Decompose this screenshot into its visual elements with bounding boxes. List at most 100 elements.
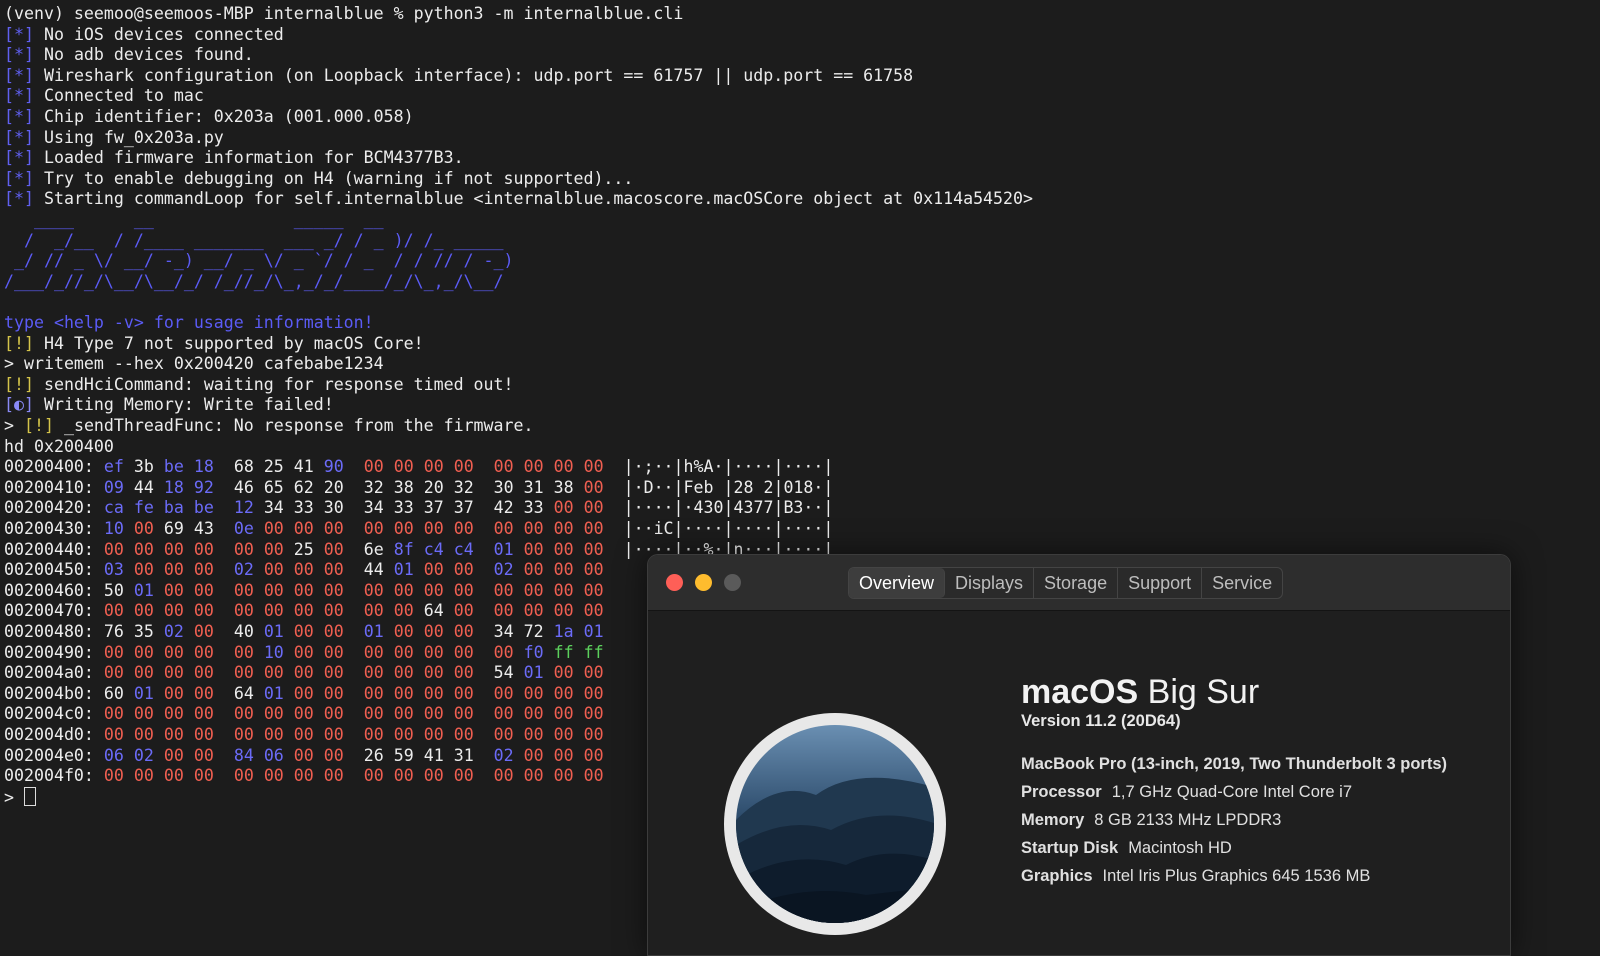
terminal-line: 00200450: 03 00 00 00 02 00 00 00 44 01 …: [4, 560, 604, 581]
terminal-text: 92: [193, 477, 214, 497]
terminal-text: 00: [193, 745, 214, 765]
terminal-text: 00: [363, 457, 384, 477]
terminal-line: (venv) seemoo@seemoos-MBP internalblue %…: [4, 4, 683, 25]
memory-label: Memory: [1021, 811, 1085, 829]
terminal-text: 00: [133, 766, 154, 786]
terminal-text: 00: [163, 580, 184, 600]
terminal-text: 00: [553, 498, 574, 518]
terminal-text: 00: [493, 519, 514, 538]
zoom-window-button[interactable]: [724, 574, 741, 591]
os-name-light: Big Sur: [1147, 673, 1260, 711]
terminal-text: 00: [233, 580, 254, 600]
terminal-text: 00: [493, 642, 514, 662]
terminal-text: 00200460:: [4, 580, 104, 600]
terminal-text: 33: [523, 498, 544, 518]
terminal-text: 00: [553, 457, 574, 477]
terminal-text: 00: [323, 663, 344, 683]
terminal-text: 72: [523, 622, 544, 641]
terminal-text: 00: [423, 663, 444, 683]
big-sur-landscape-icon: [736, 725, 934, 923]
terminal-text: be: [193, 498, 214, 518]
terminal-text: 00: [103, 725, 124, 744]
terminal-text: 00: [293, 725, 314, 744]
terminal-line: [*] Wireshark configuration (on Loopback…: [4, 66, 913, 87]
terminal-text: 30: [323, 498, 344, 518]
terminal-text: 32: [363, 477, 384, 497]
tab-displays[interactable]: Displays: [945, 568, 1035, 598]
terminal-text: [*]: [4, 189, 34, 209]
terminal-text: 00: [263, 704, 284, 724]
terminal-text: 38: [393, 477, 414, 497]
terminal-text: 00: [193, 622, 214, 641]
terminal-text: 00: [393, 725, 414, 744]
terminal-text: 00: [233, 642, 254, 662]
terminal-text: 00: [103, 539, 124, 559]
terminal-text: 00: [423, 580, 444, 600]
terminal-text: 00: [523, 519, 544, 538]
terminal-text: 00: [453, 642, 474, 662]
terminal-text: [*]: [4, 65, 34, 85]
terminal-line: / _/__ / /____ _______ ___ _/ / _ )/ /_ …: [4, 231, 504, 252]
terminal-text: 00: [523, 601, 544, 621]
terminal-text: 00: [363, 642, 384, 662]
terminal-text: 37: [453, 498, 474, 518]
command-prompt[interactable]: >: [4, 786, 36, 808]
terminal-text: 00: [493, 725, 514, 744]
terminal-text: 42: [493, 498, 514, 518]
terminal-text: 00: [363, 725, 384, 744]
terminal-text: 00: [583, 477, 604, 497]
terminal-text: / _/__ / /____ _______ ___ _/ / _ )/ /_ …: [4, 230, 504, 250]
terminal-text: 00: [163, 745, 184, 765]
terminal-text: 00: [553, 560, 574, 580]
terminal-text: 64: [233, 683, 254, 703]
terminal-text: ba: [163, 498, 184, 518]
close-window-button[interactable]: [666, 574, 683, 591]
terminal-text: 54: [493, 663, 514, 683]
terminal-text: 00: [323, 539, 344, 559]
graphics-row: Graphics Intel Iris Plus Graphics 645 153…: [1021, 867, 1370, 886]
terminal-text: 00: [323, 519, 344, 538]
terminal-text: 00: [293, 580, 314, 600]
terminal-text: Chip identifier: 0x203a (001.000.058): [33, 107, 414, 126]
terminal-text: H4 Type 7 not supported by macOS Core!: [33, 333, 424, 353]
terminal-text: (venv) seemoo@seemoos-MBP internalblue %…: [4, 4, 684, 23]
terminal-text: 00: [423, 642, 444, 662]
terminal-line: [*] No adb devices found.: [4, 45, 254, 66]
tab-storage[interactable]: Storage: [1034, 568, 1119, 598]
terminal-text: Writing Memory: Write failed!: [33, 395, 334, 415]
terminal-line: 00200460: 50 01 00 00 00 00 00 00 00 00 …: [4, 581, 604, 602]
terminal-text: 00: [163, 663, 184, 683]
terminal-text: 33: [293, 498, 314, 518]
tab-service[interactable]: Service: [1202, 568, 1282, 598]
terminal-text: 00: [193, 539, 214, 559]
graphics-value: Intel Iris Plus Graphics 645 1536 MB: [1102, 867, 1371, 885]
prompt-symbol: >: [4, 787, 24, 807]
terminal-text: 00: [163, 642, 184, 662]
terminal-text: 00: [393, 622, 414, 641]
title-bar[interactable]: Overview Displays Storage Support Servic…: [648, 555, 1510, 611]
tab-overview[interactable]: Overview: [849, 568, 946, 598]
terminal-text: 18: [163, 477, 184, 497]
terminal-text: 34: [263, 498, 284, 518]
terminal-text: 00: [523, 766, 544, 786]
tab-support[interactable]: Support: [1118, 568, 1203, 598]
terminal-line: 002004f0: 00 00 00 00 00 00 00 00 00 00 …: [4, 766, 604, 787]
terminal-text: 00200440:: [4, 539, 104, 559]
terminal-text: 37: [423, 498, 444, 518]
terminal-text: 44: [363, 560, 384, 580]
terminal-text: 00: [583, 704, 604, 724]
terminal-text: Using fw_0x203a.py: [33, 127, 224, 147]
terminal-text: 00: [393, 457, 414, 477]
terminal-text: 00200410:: [4, 477, 104, 497]
terminal-text: No adb devices found.: [33, 45, 254, 65]
terminal-line: 00200400: ef 3b be 18 68 25 41 90 00 00 …: [4, 457, 833, 478]
terminal-line: 002004b0: 60 01 00 00 64 01 00 00 00 00 …: [4, 684, 604, 705]
terminal-text: 06: [263, 745, 284, 765]
terminal-text: 00: [423, 457, 444, 477]
terminal-text: 01: [133, 683, 154, 703]
minimize-window-button[interactable]: [695, 574, 712, 591]
terminal-text: 3b: [133, 457, 154, 477]
terminal-text: 00: [583, 766, 604, 786]
model-name: MacBook Pro (13-inch, 2019, Two Thunderb…: [1021, 755, 1447, 773]
terminal-text: 64: [423, 601, 444, 621]
